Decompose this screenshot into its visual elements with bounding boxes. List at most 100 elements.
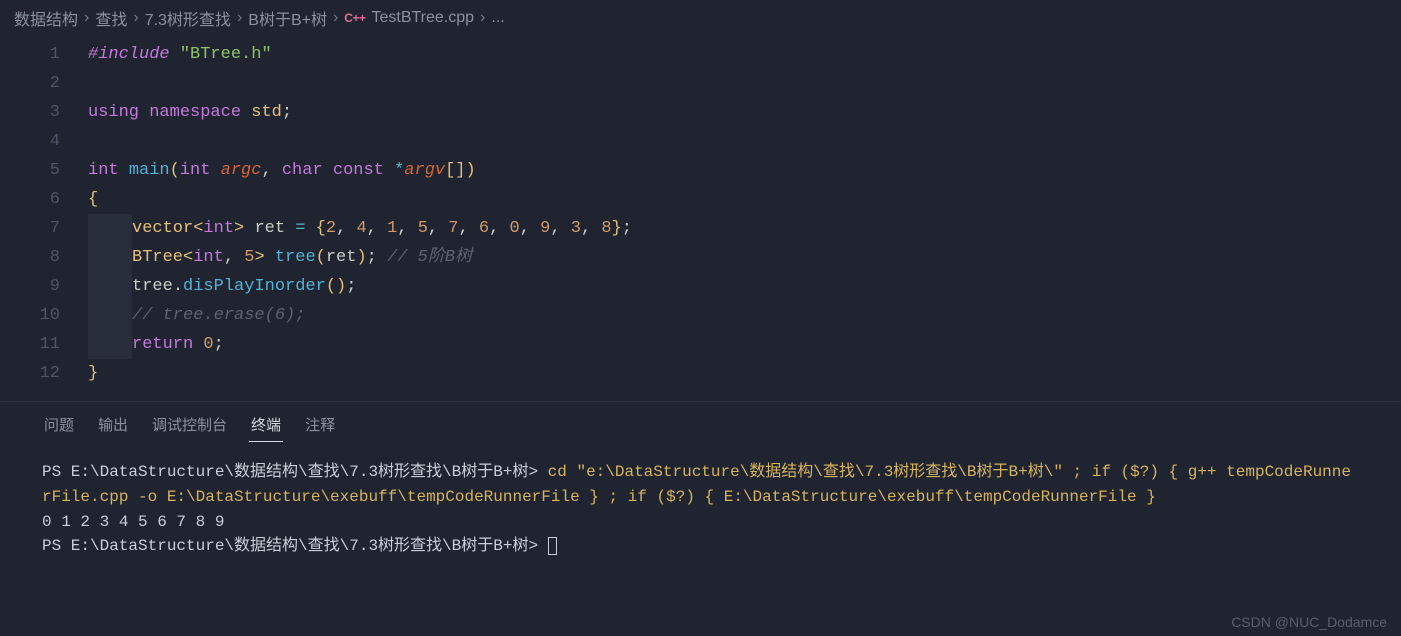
punct: ): [336, 277, 346, 296]
crumb-more[interactable]: ...: [491, 9, 504, 27]
watermark: CSDN @NUC_Dodamce: [1231, 614, 1387, 630]
punct: ): [356, 248, 366, 267]
type: int: [193, 248, 224, 267]
namespace: std: [251, 103, 282, 122]
punct: ,: [459, 219, 469, 238]
punct: <: [183, 248, 193, 267]
number: 2: [326, 219, 336, 238]
function: main: [129, 161, 170, 180]
punct: ): [466, 161, 476, 180]
string-literal: "BTree.h": [180, 45, 272, 64]
var: ret: [254, 219, 285, 238]
punct: []: [445, 161, 465, 180]
var: tree: [275, 248, 316, 267]
type: int: [88, 161, 119, 180]
number: 5: [418, 219, 428, 238]
punct: (: [170, 161, 180, 180]
number: 1: [387, 219, 397, 238]
var: ret: [326, 248, 357, 267]
chevron-right-icon: ›: [480, 9, 485, 27]
terminal-content[interactable]: PS E:\DataStructure\数据结构\查找\7.3树形查找\B树于B…: [0, 442, 1401, 559]
number: 3: [571, 219, 581, 238]
method: disPlayInorder: [183, 277, 326, 296]
punct: (: [326, 277, 336, 296]
punct: ,: [397, 219, 407, 238]
punct: ,: [581, 219, 591, 238]
tab-comments[interactable]: 注释: [303, 410, 337, 442]
tab-debug-console[interactable]: 调试控制台: [150, 410, 229, 442]
punct: .: [173, 277, 183, 296]
crumb-0[interactable]: 数据结构: [14, 6, 78, 30]
type: char: [282, 161, 323, 180]
keyword: using: [88, 103, 139, 122]
number: 0: [510, 219, 520, 238]
preprocessor: #include: [88, 45, 170, 64]
punct: >: [234, 219, 244, 238]
punct: ,: [550, 219, 560, 238]
crumb-3[interactable]: B树于B+树: [248, 6, 327, 30]
type: vector: [132, 219, 193, 238]
number: 5: [244, 248, 254, 267]
number: 7: [448, 219, 458, 238]
op: =: [295, 219, 305, 238]
crumb-1[interactable]: 查找: [95, 6, 127, 30]
punct: ,: [520, 219, 530, 238]
punct: ;: [346, 277, 356, 296]
chevron-right-icon: ›: [237, 9, 242, 27]
brace: }: [88, 364, 98, 383]
type: int: [203, 219, 234, 238]
number: 8: [601, 219, 611, 238]
punct: ,: [489, 219, 499, 238]
var: tree: [132, 277, 173, 296]
punct: ,: [428, 219, 438, 238]
chevron-right-icon: ›: [333, 9, 338, 27]
terminal-prompt: PS E:\DataStructure\数据结构\查找\7.3树形查找\B树于B…: [42, 537, 538, 555]
punct: <: [193, 219, 203, 238]
panel-tabs: 问题 输出 调试控制台 终端 注释: [0, 402, 1401, 442]
brace: {: [88, 190, 98, 209]
chevron-right-icon: ›: [84, 9, 89, 27]
crumb-2[interactable]: 7.3树形查找: [145, 6, 231, 30]
number: 0: [203, 335, 213, 354]
terminal-cursor: [548, 537, 557, 555]
terminal-string: "e:\DataStructure\数据结构\查找\7.3树形查找\B树于B+树…: [576, 463, 1062, 481]
punct: ,: [367, 219, 377, 238]
tab-output[interactable]: 输出: [96, 410, 130, 442]
terminal-var: $?: [1130, 463, 1149, 481]
op: *: [394, 161, 404, 180]
line-gutter: 1234 5678 9101112: [0, 40, 88, 388]
punct: ,: [336, 219, 346, 238]
terminal-prompt: PS E:\DataStructure\数据结构\查找\7.3树形查找\B树于B…: [42, 463, 538, 481]
keyword: return: [132, 335, 193, 354]
punct: ;: [367, 248, 377, 267]
tab-problems[interactable]: 问题: [42, 410, 76, 442]
breadcrumb: 数据结构 › 查找 › 7.3树形查找 › B树于B+树 › C++ TestB…: [0, 0, 1401, 36]
terminal-command: cd: [538, 463, 576, 481]
cpp-file-icon: C++: [344, 11, 365, 25]
punct: ;: [282, 103, 292, 122]
chevron-right-icon: ›: [133, 9, 138, 27]
comment: // 5阶B树: [387, 248, 472, 267]
terminal-command: ) { E:\DataStructure\exebuff\tempCodeRun…: [685, 488, 1155, 506]
crumb-file[interactable]: TestBTree.cpp: [371, 9, 474, 27]
code-editor[interactable]: 1234 5678 9101112 #include "BTree.h" usi…: [0, 36, 1401, 388]
code-content[interactable]: #include "BTree.h" using namespace std; …: [88, 40, 1401, 388]
number: 6: [479, 219, 489, 238]
terminal-command: ; if (: [609, 488, 667, 506]
keyword: const: [333, 161, 384, 180]
punct: }: [612, 219, 622, 238]
punct: ;: [622, 219, 632, 238]
param: argc: [221, 161, 262, 180]
type: int: [180, 161, 211, 180]
punct: ;: [214, 335, 224, 354]
comment: // tree.erase(6);: [132, 306, 305, 325]
number: 9: [540, 219, 550, 238]
punct: {: [316, 219, 326, 238]
bottom-panel: 问题 输出 调试控制台 终端 注释 PS E:\DataStructure\数据…: [0, 401, 1401, 636]
terminal-command: ; if (: [1063, 463, 1130, 481]
number: 4: [356, 219, 366, 238]
punct: ,: [224, 248, 234, 267]
tab-terminal[interactable]: 终端: [249, 410, 283, 442]
punct: ,: [261, 161, 271, 180]
type: BTree: [132, 248, 183, 267]
